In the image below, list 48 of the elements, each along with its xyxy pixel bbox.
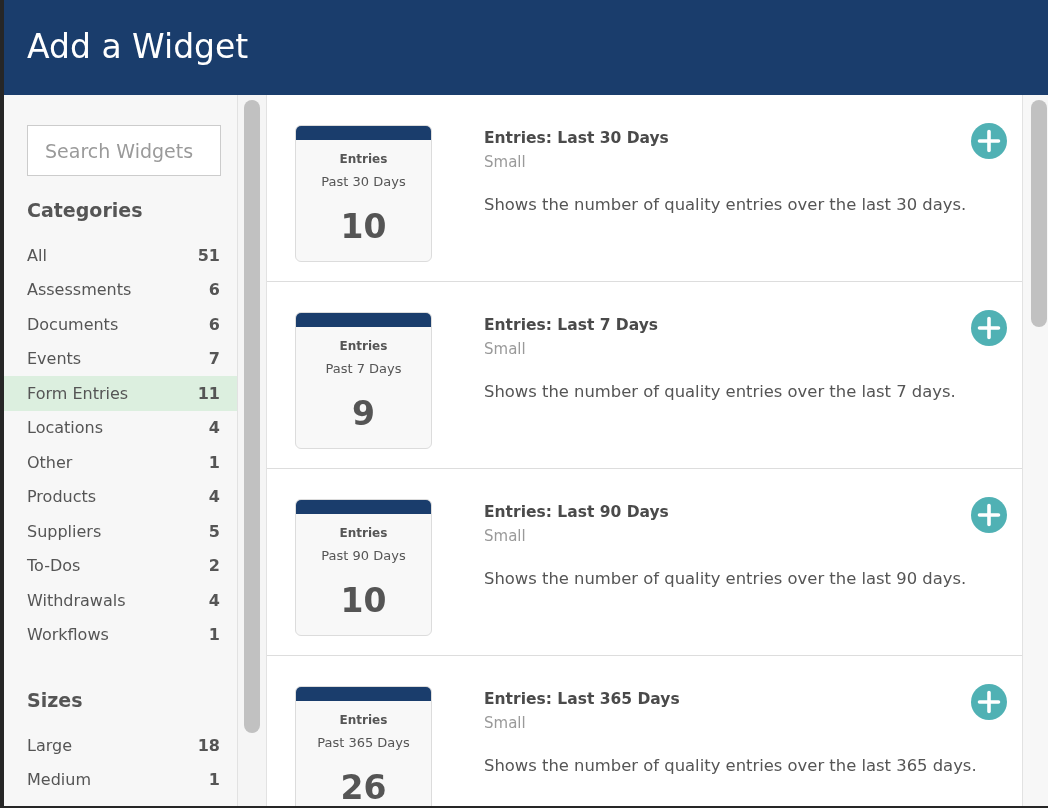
category-item[interactable]: Assessments 6 <box>4 272 237 307</box>
widget-size: Small <box>484 339 526 359</box>
search-field[interactable]: Search Widgets <box>27 125 221 176</box>
preview-period: Past 90 Days <box>321 547 406 565</box>
widget-description: Shows the number of quality entries over the last 7 days. <box>484 382 956 402</box>
plus-icon[interactable] <box>971 497 1007 533</box>
category-item[interactable]: Documents 6 <box>4 307 237 342</box>
category-item[interactable]: Products 4 <box>4 479 237 514</box>
category-item[interactable]: Locations 4 <box>4 410 237 445</box>
widget-description: Shows the number of quality entries over the last 30 days. <box>484 195 967 215</box>
category-item[interactable]: Events 7 <box>4 341 237 376</box>
preview-value: 10 <box>340 207 387 247</box>
preview-value: 26 <box>340 768 387 806</box>
widget-size: Small <box>484 713 526 733</box>
widget-title: Entries: Last 30 Days <box>484 128 669 148</box>
preview-period: Past 7 Days <box>325 360 402 378</box>
preview-value: 10 <box>340 581 387 621</box>
widget-title: Entries: Last 365 Days <box>484 689 680 709</box>
category-item[interactable]: All 51 <box>4 238 237 273</box>
section-heading: Sizes <box>27 688 83 712</box>
scrollbar-thumb[interactable] <box>1031 100 1047 327</box>
section-heading: Categories <box>27 198 143 222</box>
preview-period: Past 365 Days <box>317 734 410 752</box>
widget-size: Small <box>484 526 526 546</box>
category-item[interactable]: Workflows 1 <box>4 617 237 652</box>
preview-heading: Entries <box>339 151 388 167</box>
preview-heading: Entries <box>339 338 388 354</box>
widget-title: Entries: Last 90 Days <box>484 502 669 522</box>
preview-heading: Entries <box>339 525 388 541</box>
widget-title: Entries: Last 7 Days <box>484 315 659 335</box>
size-item[interactable]: Large 18 <box>4 728 237 763</box>
preview-heading: Entries <box>339 712 388 728</box>
dialog-title: Add a Widget <box>27 26 249 67</box>
scrollbar-thumb[interactable] <box>244 100 260 733</box>
category-item[interactable]: To-Dos 2 <box>4 548 237 583</box>
widget-size: Small <box>484 152 526 172</box>
category-item[interactable]: Withdrawals 4 <box>4 583 237 618</box>
preview-period: Past 30 Days <box>321 173 406 191</box>
category-item[interactable]: Suppliers 5 <box>4 514 237 549</box>
preview-value: 9 <box>352 394 375 434</box>
plus-icon[interactable] <box>971 310 1007 346</box>
plus-icon[interactable] <box>971 123 1007 159</box>
widget-description: Shows the number of quality entries over the last 90 days. <box>484 569 967 589</box>
category-item[interactable]: Form Entries 11 <box>4 376 237 411</box>
plus-icon[interactable] <box>971 684 1007 720</box>
category-item[interactable]: Other 1 <box>4 445 237 480</box>
widget-description: Shows the number of quality entries over the last 365 days. <box>484 756 977 776</box>
size-item[interactable]: Medium 1 <box>4 762 237 797</box>
